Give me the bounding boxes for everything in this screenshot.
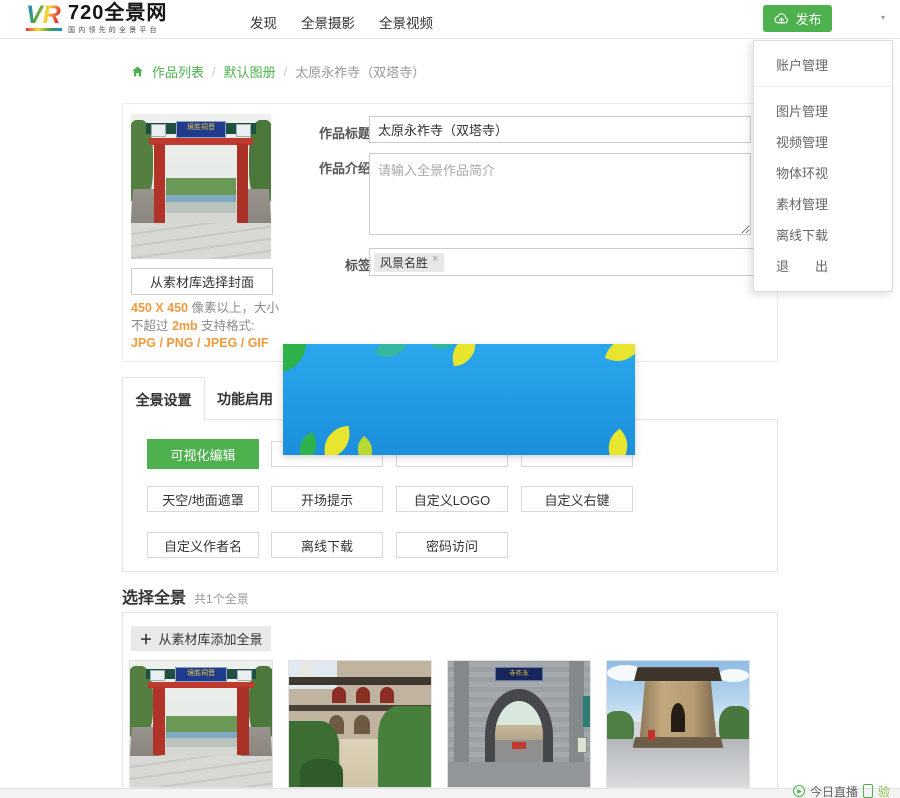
custom-author-button[interactable]: 自定义作者名 [147,532,259,558]
nav-item-photography[interactable]: 全景摄影 [301,12,355,32]
opening-tip-button[interactable]: 开场提示 [271,486,383,512]
home-icon [131,65,144,78]
intro-textarea[interactable] [369,153,751,235]
pano-section-header: 选择全景 共1个全景 [122,584,249,608]
clipped-widget-label[interactable]: 验 [878,783,890,798]
nav-item-video[interactable]: 全景视频 [379,12,433,32]
panorama-thumbnail-pagoda[interactable] [606,660,750,788]
pano-list-panel: ＋ 从素材库添加全景 境胜祠晋 [122,612,778,789]
user-dropdown-menu: 账户管理 图片管理 视频管理 物体环视 素材管理 离线下载 退 出 [753,40,893,292]
cover-hint-text: 450 X 450 像素以上，大小不超过 2mb 支持格式: JPG / PNG… [131,300,281,353]
tags-input[interactable]: 风景名胜 × [369,248,755,276]
live-link[interactable]: 今日直播 [810,783,858,798]
breadcrumb-current: 太原永祚寺（双塔寺） [295,62,425,81]
hint-size: 450 X 450 [131,301,191,315]
work-info-panel: 境胜祠晋 从素材库选择封面 450 X 450 像素以上，大小不超过 2mb 支… [122,103,778,362]
top-navbar: VR 720全景网 国内领先的全景平台 发现 全景摄影 全景视频 发布 ▾ [0,0,900,39]
tab-pano-settings[interactable]: 全景设置 [122,377,205,421]
hint-text-2: 支持格式: [198,319,255,333]
panorama-thumbnail-gate[interactable]: 寺祚永 [447,660,591,788]
title-field-label: 作品标题 [301,123,371,142]
panorama-thumbnail-temple[interactable] [288,660,432,788]
offline-download-button[interactable]: 离线下载 [271,532,383,558]
tab-features[interactable]: 功能启用 [204,377,286,420]
breadcrumb: 作品列表 / 默认图册 / 太原永祚寺（双塔寺） [131,62,425,81]
menu-item-videos[interactable]: 视频管理 [754,126,892,157]
nav-item-discover[interactable]: 发现 [250,12,277,32]
main-nav: 发现 全景摄影 全景视频 [250,12,433,32]
menu-item-logout[interactable]: 退 出 [754,250,892,281]
password-access-button[interactable]: 密码访问 [396,532,508,558]
site-title: 720全景网 [68,2,167,24]
user-avatar[interactable] [836,6,876,31]
tag-field-label: 标签 [301,255,371,274]
breadcrumb-default-album[interactable]: 默认图册 [224,62,276,81]
title-input[interactable] [369,116,751,143]
sky-ground-mask-button[interactable]: 天空/地面遮罩 [147,486,259,512]
choose-cover-button[interactable]: 从素材库选择封面 [131,268,273,295]
menu-item-account[interactable]: 账户管理 [754,47,892,87]
play-icon: ▶ [793,785,805,797]
menu-item-offline-download[interactable]: 离线下载 [754,219,892,250]
plus-icon: ＋ [139,629,152,648]
publish-button[interactable]: 发布 [763,5,832,32]
floating-ad-banner[interactable] [283,344,635,455]
hint-formats: JPG / PNG / JPEG / GIF [131,336,269,350]
cloud-upload-icon [773,11,790,26]
archway-plaque-text: 境胜祠晋 [175,667,226,682]
add-pano-button[interactable]: ＋ 从素材库添加全景 [131,626,271,651]
breadcrumb-separator: / [212,64,216,79]
gate-plaque-text: 寺祚永 [495,667,543,681]
footer-strip [0,788,900,798]
custom-logo-button[interactable]: 自定义LOGO [396,486,508,512]
site-tagline: 国内领先的全景平台 [68,25,167,35]
panorama-thumbnail-archway[interactable]: 境胜祠晋 [129,660,273,788]
pano-count: 共1个全景 [194,590,249,607]
hint-filesize: 2mb [172,319,198,333]
breadcrumb-works-list[interactable]: 作品列表 [152,62,204,81]
intro-field-label: 作品介绍 [301,158,371,177]
menu-item-materials[interactable]: 素材管理 [754,188,892,219]
add-pano-label: 从素材库添加全景 [159,629,263,648]
page: VR 720全景网 国内领先的全景平台 发现 全景摄影 全景视频 发布 ▾ 账户… [0,0,900,798]
pano-section-title: 选择全景 [122,584,186,608]
cover-photo: 境胜祠晋 [131,114,271,259]
tag-chip: 风景名胜 × [374,253,444,272]
tag-remove-icon[interactable]: × [432,253,438,265]
custom-rightclick-button[interactable]: 自定义右键 [521,486,633,512]
breadcrumb-separator: / [284,64,288,79]
menu-item-images[interactable]: 图片管理 [754,95,892,126]
floating-live-widget: ▶ 今日直播 验 [793,783,890,798]
archway-plaque-text: 境胜祠晋 [176,121,226,138]
publish-label: 发布 [795,9,821,28]
site-logo[interactable]: VR 720全景网 国内领先的全景平台 [26,2,167,35]
vr-logo-icon: VR [26,2,62,28]
phone-icon [863,784,873,798]
visual-edit-button[interactable]: 可视化编辑 [147,439,259,469]
menu-item-object-view[interactable]: 物体环视 [754,157,892,188]
chevron-down-icon: ▾ [881,13,885,22]
tag-chip-label: 风景名胜 [380,254,428,271]
